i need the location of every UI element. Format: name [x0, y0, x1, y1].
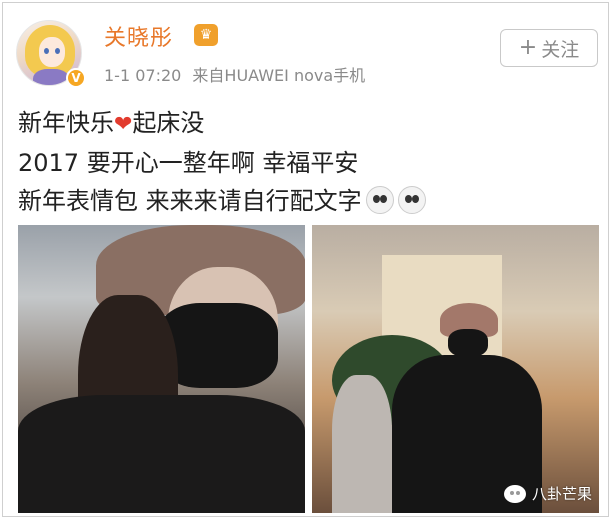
crown-badge-icon: ♛	[194, 24, 218, 46]
follow-label: 关注	[541, 38, 580, 61]
panda-emoji-icon	[397, 186, 426, 214]
coat-shape	[18, 395, 305, 513]
watermark: 八卦芒果	[504, 483, 592, 504]
avatar-eye-left	[44, 48, 49, 54]
post-line-1: 新年快乐❤起床没	[18, 104, 426, 144]
panda-emoji-icon	[365, 186, 394, 214]
username[interactable]: 关晓彤	[104, 20, 173, 52]
post-time[interactable]: 1-1 07:20	[104, 66, 181, 85]
post-line-1-a: 新年快乐	[18, 109, 114, 137]
follow-button[interactable]: + 关注	[500, 29, 598, 67]
post-line-3-text: 新年表情包 来来来请自行配文字	[18, 187, 362, 215]
verified-badge-icon: V	[66, 68, 86, 88]
bystander-shape	[332, 375, 392, 513]
post-text: 新年快乐❤起床没 2017 要开心一整年啊 幸福平安 新年表情包 来来来请自行配…	[18, 104, 426, 220]
avatar-eye-right	[55, 48, 60, 54]
avatar-face	[39, 37, 65, 67]
person-mask-shape	[448, 329, 488, 357]
post-photo-1[interactable]	[18, 225, 305, 513]
wechat-icon	[504, 484, 526, 503]
plus-icon: +	[518, 34, 538, 60]
avatar-dress	[33, 69, 69, 85]
post-meta: 1-1 07:20 来自HUAWEI nova手机	[104, 62, 371, 86]
post-line-1-b: 起床没	[132, 109, 205, 137]
post-photo-2[interactable]	[312, 225, 599, 513]
post-line-2: 2017 要开心一整年啊 幸福平安	[18, 149, 359, 177]
post-line-3: 新年表情包 来来来请自行配文字	[18, 182, 426, 220]
heart-icon: ❤	[114, 112, 133, 137]
post-source: 来自HUAWEI nova手机	[192, 66, 366, 85]
watermark-text: 八卦芒果	[532, 485, 593, 503]
